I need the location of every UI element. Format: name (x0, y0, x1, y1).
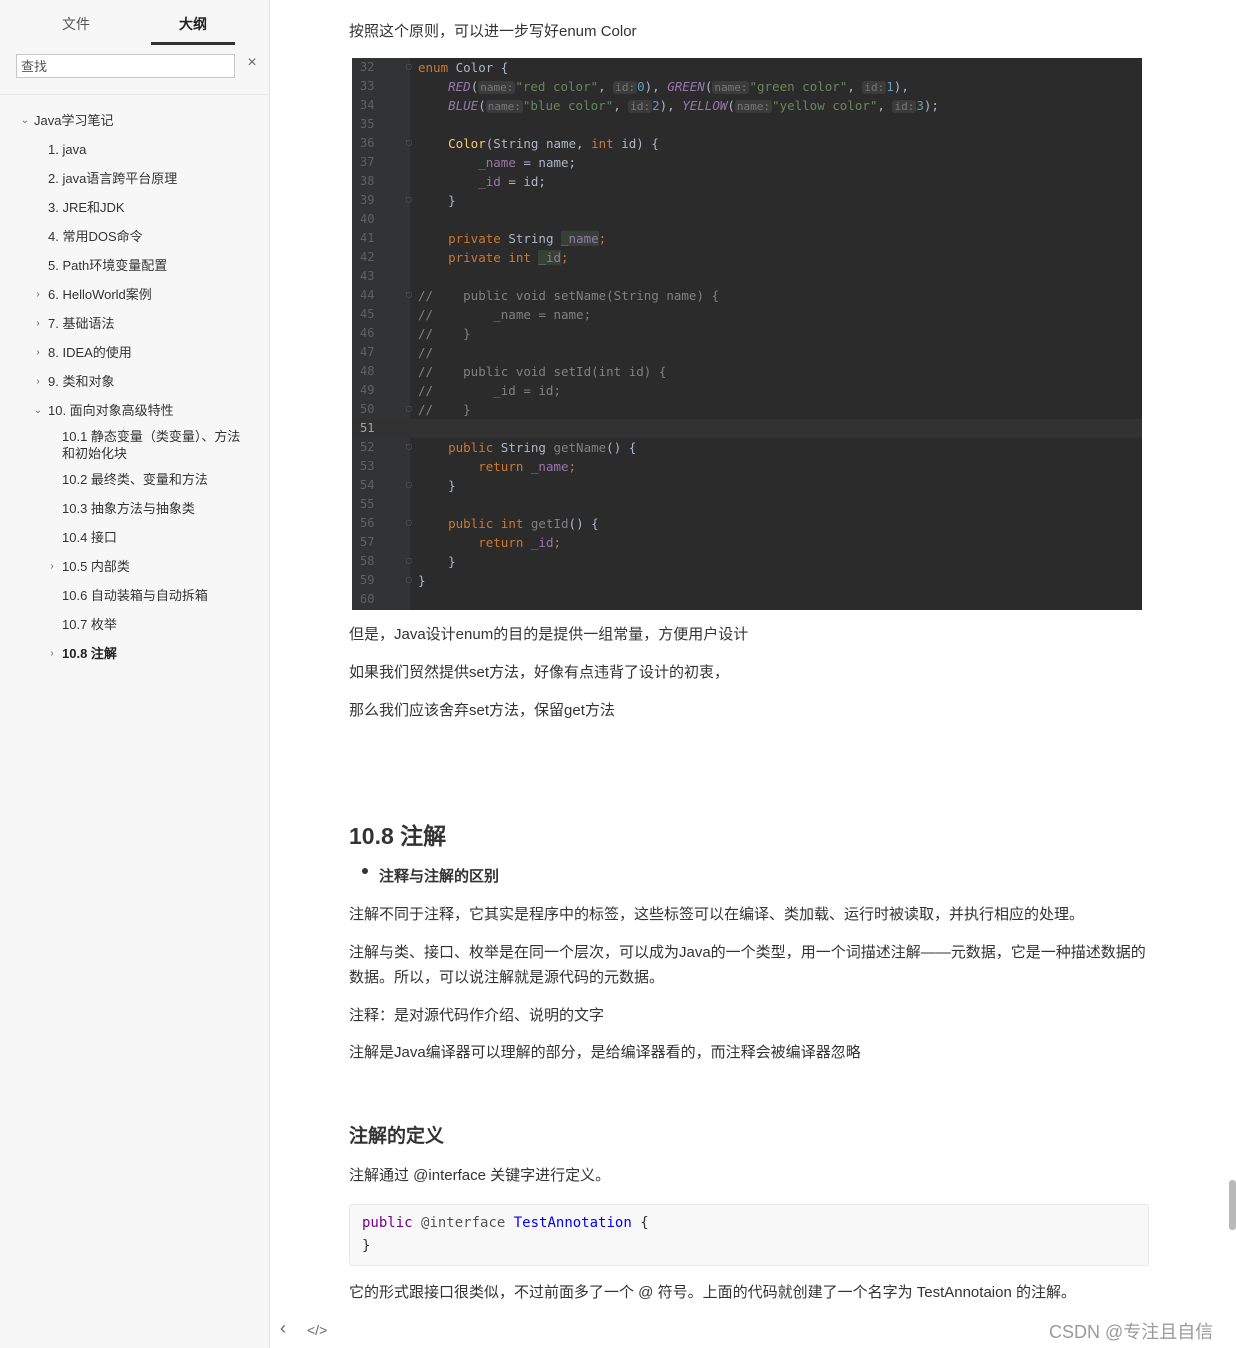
code-line: 54 ▢ } (360, 478, 456, 493)
bullet-icon (362, 868, 368, 874)
paragraph: 它的形式跟接口很类似，不过前面多了一个 @ 符号。上面的代码就创建了一个名字为 … (349, 1284, 1076, 1301)
code-line: 40 (360, 212, 375, 226)
toc-item-java-notes[interactable]: Java学习笔记 (34, 112, 113, 129)
search-box (16, 54, 235, 78)
code-line: 50 ▢// } (360, 402, 471, 417)
toc-item-10-4[interactable]: 10.4 接口 (62, 529, 117, 546)
toc-item-10-5[interactable]: 10.5 内部类 (62, 558, 130, 575)
search-input[interactable] (17, 55, 234, 77)
toc-item-10-6[interactable]: 10.6 自动装箱与自动拆箱 (62, 587, 208, 604)
chevron-right-icon[interactable]: › (33, 315, 43, 332)
tab-outline[interactable]: 大纲 (151, 14, 235, 45)
paragraph: 那么我们应该舍弃set方法，保留get方法 (349, 702, 615, 719)
toc-item-9[interactable]: 9. 类和对象 (48, 373, 114, 390)
paragraph-intro: 按照这个原则，可以进一步写好enum Color (349, 23, 637, 40)
heading-annotations: 10.8 注解 (349, 823, 447, 849)
code-line: 57 return _id; (360, 535, 562, 550)
toc-item-4[interactable]: 4. 常用DOS命令 (48, 228, 143, 245)
code-line: 52 ▢ public String getName() { (360, 440, 637, 455)
heading-definition: 注解的定义 (349, 1126, 445, 1147)
code-line: 56 ▢ public int getId() { (360, 516, 599, 531)
code-line: 48// public void setId(int id) { (360, 364, 667, 379)
code-line: 60 (360, 592, 375, 606)
code-line: 46// } (360, 326, 471, 341)
divider (0, 94, 270, 95)
code-line: 49// _id = id; (360, 383, 561, 398)
clear-search-icon[interactable]: × (243, 54, 261, 72)
toc-item-10-1[interactable]: 10.1 静态变量（类变量）、方法和初始化块 (62, 428, 252, 462)
paragraph: 注解不同于注释，它其实是程序中的标签，这些标签可以在编译、类加载、运行时被读取，… (349, 906, 1085, 923)
scrollbar-thumb[interactable] (1229, 1180, 1236, 1230)
code-line: 43 (360, 269, 375, 283)
toc-item-10[interactable]: 10. 面向对象高级特性 (48, 402, 174, 419)
code-line: 58 ▢ } (360, 554, 456, 569)
code-line: 59 ▢} (360, 573, 426, 588)
chevron-right-icon[interactable]: › (47, 558, 57, 575)
collapse-sidebar-icon[interactable]: ‹ (280, 1318, 286, 1339)
code-line: 42 private int _id; (360, 250, 569, 265)
chevron-right-icon[interactable]: › (33, 373, 43, 390)
paragraph: 如果我们贸然提供set方法，好像有点违背了设计的初衷， (349, 664, 730, 681)
toc-item-6[interactable]: 6. HelloWorld案例 (48, 286, 152, 303)
bullet-item: 注释与注解的区别 (379, 868, 500, 885)
code-screenshot: 32 ▢ enum Color { 33 RED(name: "red color",… (352, 58, 1142, 610)
source-mode-icon[interactable]: </> (307, 1322, 327, 1338)
toc-item-10-3[interactable]: 10.3 抽象方法与抽象类 (62, 500, 195, 517)
paragraph: 注解与类、接口、枚举是在同一个层次，可以成为Java的一个类型，用一个词描述注解… (349, 944, 1146, 986)
toc-item-10-7[interactable]: 10.7 枚举 (62, 616, 117, 633)
paragraph: 注解是Java编译器可以理解的部分，是给编译器看的，而注释会被编译器忽略 (349, 1044, 861, 1061)
sidebar-tabs: 文件 大纲 (0, 0, 270, 48)
code-line: 36 ▢ Color(String name, int id) { (360, 136, 659, 151)
code-line: 53 return _name; (360, 459, 577, 474)
tab-files[interactable]: 文件 (34, 14, 118, 45)
toc-item-5[interactable]: 5. Path环境变量配置 (48, 257, 167, 274)
code-line: 35 (360, 117, 375, 131)
code-line: 47// (360, 345, 434, 360)
code-line: 55 (360, 497, 375, 511)
editor-content: 按照这个原则，可以进一步写好enum Color 32 ▢ enum Color {… (270, 0, 1236, 1348)
code-line: 44 ▢// public void setName(String name) { (360, 288, 720, 303)
toc-item-7[interactable]: 7. 基础语法 (48, 315, 114, 332)
code-line: 39 ▢ } (360, 193, 456, 208)
chevron-right-icon[interactable]: › (47, 645, 57, 662)
code-line: 45// _name = name; (360, 307, 592, 322)
code-line: 41 private String _name; (360, 231, 607, 246)
paragraph: 但是，Java设计enum的目的是提供一组常量，方便用户设计 (349, 626, 749, 643)
chevron-right-icon[interactable]: › (33, 286, 43, 303)
sidebar: 文件 大纲 × ⌄ Java学习笔记 1. java 2. java语言跨平台原… (0, 0, 270, 1348)
code-line-current: 51 (352, 419, 1142, 438)
code-line: 34 BLUE(name: "blue color", id: 2), YELLOW… (360, 98, 939, 113)
chevron-down-icon[interactable]: ⌄ (20, 112, 30, 129)
toc-item-10-2[interactable]: 10.2 最终类、变量和方法 (62, 471, 208, 488)
toc-item-2[interactable]: 2. java语言跨平台原理 (48, 170, 177, 187)
toc-item-8[interactable]: 8. IDEA的使用 (48, 344, 132, 361)
toc-item-3[interactable]: 3. JRE和JDK (48, 199, 125, 216)
code-line: 38 _id = id; (360, 174, 546, 189)
paragraph: 注解通过 @interface 关键字进行定义。 (349, 1167, 611, 1184)
watermark: CSDN @专注且自信 (1049, 1322, 1214, 1342)
code-line: 33 RED(name: "red color", id: 0), GREEN(na… (360, 79, 909, 94)
code-line: 37 _name = name; (360, 155, 577, 170)
paragraph: 注释：是对源代码作介绍、说明的文字 (349, 1007, 605, 1024)
chevron-down-icon[interactable]: ⌄ (33, 402, 43, 419)
code-line: 32 ▢ enum Color { (360, 60, 509, 75)
chevron-right-icon[interactable]: › (33, 344, 43, 361)
toc-item-10-8-active[interactable]: 10.8 注解 (62, 645, 117, 662)
toc-item-1[interactable]: 1. java (48, 141, 86, 158)
code-block[interactable]: public @interface TestAnnotation { } (349, 1204, 1149, 1266)
